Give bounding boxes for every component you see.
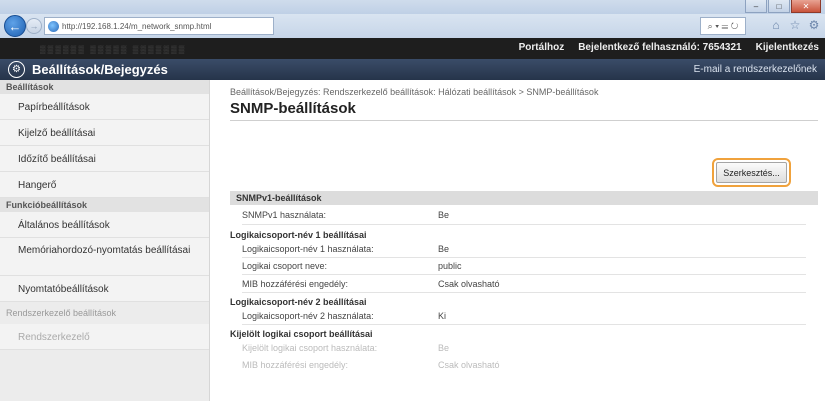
address-row: ← → http://192.168.1.24/m_network_snmp.h… (0, 14, 825, 38)
favorites-star-icon[interactable]: ☆ (788, 18, 802, 32)
url-text: http://192.168.1.24/m_network_snmp.html (62, 21, 212, 31)
portal-bar: ▒▒▒▒▒▒ ▒▒▒▒▒ ▒▒▒▒▒▒▒ Portálhoz Bejelentk… (0, 38, 825, 59)
setting-label: MIB hozzáférési engedély: (242, 360, 349, 370)
tools-gear-icon[interactable]: ⚙ (807, 18, 821, 32)
subsection-header: Kijelölt logikai csoport beállításai (230, 329, 373, 339)
back-button[interactable]: ← (4, 15, 26, 37)
setting-value: Be (438, 244, 450, 254)
divider (242, 292, 806, 293)
setting-row: Logikaicsoport-név 2 használata: Ki (242, 311, 802, 325)
forward-button[interactable]: → (26, 18, 42, 34)
email-admin-link[interactable]: E-mail a rendszerkezelőnek (694, 64, 817, 75)
sidebar-item-general[interactable]: Általános beállítások (0, 212, 209, 238)
setting-row: MIB hozzáférési engedély: Csak olvasható (242, 360, 802, 374)
setting-row: SNMPv1 használata: Be (242, 210, 802, 224)
sidebar-item-paper[interactable]: Papírbeállítások (0, 94, 209, 120)
sidebar-item-media-print[interactable]: Memóriahordozó-nyomtatás beállításai (0, 238, 209, 276)
setting-label: SNMPv1 használata: (242, 210, 327, 220)
ie-page-icon (48, 20, 59, 32)
setting-value: Ki (438, 311, 447, 321)
setting-value: Csak olvasható (438, 279, 500, 289)
window-controls: – □ ✕ (745, 0, 821, 13)
blurred-logo: ▒▒▒▒▒▒ ▒▒▒▒▒ ▒▒▒▒▒▒▒ (40, 45, 187, 54)
sidebar-item-timer[interactable]: Időzítő beállításai (0, 146, 209, 172)
setting-label: Logikai csoport neve: (242, 261, 328, 271)
divider (242, 257, 806, 258)
setting-value: Csak olvasható (438, 360, 500, 370)
logout-link[interactable]: Kijelentkezés (756, 42, 819, 53)
divider (242, 324, 806, 325)
sidebar-item-admin[interactable]: Rendszerkezelő (0, 324, 209, 350)
sidebar-section-admin: Rendszerkezelő beállítások (0, 302, 209, 324)
portal-link[interactable]: Portálhoz (519, 42, 565, 53)
divider (242, 274, 806, 275)
sidebar-item-volume[interactable]: Hangerő (0, 172, 209, 198)
sidebar-section-settings: Beállítások (0, 80, 209, 94)
logged-in-user: Bejelentkező felhasználó: 7654321 (578, 42, 742, 53)
setting-label: MIB hozzáférési engedély: (242, 279, 349, 289)
edit-button[interactable]: Szerkesztés... (716, 162, 787, 183)
address-controls[interactable]: ⌕ ▾ ☰ ↻ (700, 17, 746, 35)
header-title: Beállítások/Bejegyzés (32, 62, 168, 77)
close-button[interactable]: ✕ (791, 0, 821, 13)
minimize-button[interactable]: – (745, 0, 767, 13)
setting-value: Be (438, 210, 450, 220)
setting-label: Logikaicsoport-név 2 használata: (242, 311, 374, 321)
divider (242, 224, 806, 225)
setting-label: Kijelölt logikai csoport használata: (242, 343, 378, 353)
subsection-header: Logikaicsoport-név 1 beállításai (230, 230, 367, 240)
setting-row: Kijelölt logikai csoport használata: Be (242, 343, 802, 357)
settings-header: ⚙ Beállítások/Bejegyzés E-mail a rendsze… (0, 59, 825, 80)
setting-row: MIB hozzáférési engedély: Csak olvasható (242, 279, 802, 293)
home-icon[interactable]: ⌂ (769, 18, 783, 32)
setting-label: Logikaicsoport-név 1 használata: (242, 244, 374, 254)
settings-gear-icon: ⚙ (8, 61, 25, 78)
main-content: Beállítások/Bejegyzés: Rendszerkezelő be… (218, 80, 818, 401)
sidebar-item-display[interactable]: Kijelző beállításai (0, 120, 209, 146)
sidebar-section-functions: Funkcióbeállítások (0, 198, 209, 212)
title-divider (230, 120, 818, 121)
portal-links: Portálhoz Bejelentkező felhasználó: 7654… (519, 42, 819, 53)
sidebar: Beállítások Papírbeállítások Kijelző beá… (0, 80, 210, 401)
setting-value: public (438, 261, 462, 271)
setting-value: Be (438, 343, 450, 353)
address-bar[interactable]: http://192.168.1.24/m_network_snmp.html (44, 17, 274, 35)
breadcrumb: Beállítások/Bejegyzés: Rendszerkezelő be… (230, 87, 599, 97)
setting-row: Logikaicsoport-név 1 használata: Be (242, 244, 802, 258)
maximize-button[interactable]: □ (768, 0, 790, 13)
browser-title-bar: – □ ✕ (0, 0, 825, 14)
section-header-snmpv1: SNMPv1-beállítások (230, 191, 818, 205)
subsection-header: Logikaicsoport-név 2 beállításai (230, 297, 367, 307)
browser-toolbar-icons: ⌂ ☆ ⚙ (769, 18, 821, 32)
setting-row: Logikai csoport neve: public (242, 261, 802, 275)
page-title: SNMP-beállítások (230, 100, 356, 117)
sidebar-item-printer[interactable]: Nyomtatóbeállítások (0, 276, 209, 302)
